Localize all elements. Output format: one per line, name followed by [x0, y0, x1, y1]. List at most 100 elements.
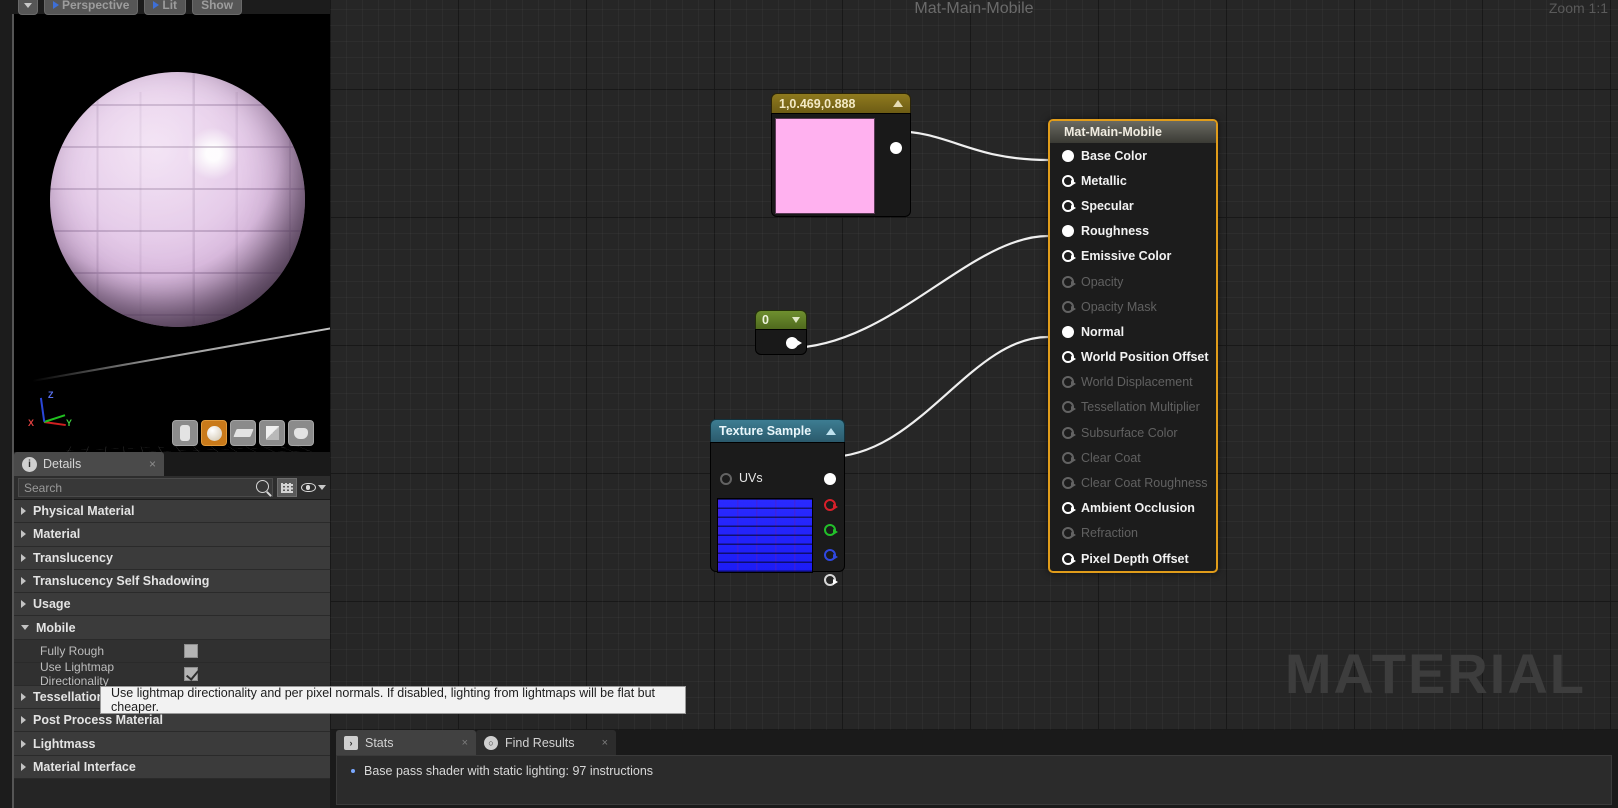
material-input-clear-coat[interactable]: Clear Coat	[1050, 445, 1216, 470]
material-input-refraction[interactable]: Refraction	[1050, 521, 1216, 546]
opacity-pin[interactable]	[1062, 275, 1076, 288]
node-header[interactable]: 0	[755, 310, 807, 329]
details-category-mobile[interactable]: Mobile	[14, 616, 330, 640]
teapot-preview-button[interactable]	[288, 420, 314, 446]
pixel-depth-offset-pin[interactable]	[1062, 552, 1076, 565]
material-graph-canvas[interactable]: Mat-Main-Mobile Zoom 1:1 MATERIAL 1,0.46…	[330, 0, 1618, 730]
normal-pin[interactable]	[1062, 325, 1074, 338]
search-input[interactable]	[18, 478, 273, 497]
material-input-clear-coat-roughness[interactable]: Clear Coat Roughness	[1050, 470, 1216, 495]
graph-node-constant3vector[interactable]: 1,0.469,0.888	[771, 93, 911, 217]
graph-node-constant[interactable]: 0	[755, 310, 807, 355]
material-input-metallic[interactable]: Metallic	[1050, 168, 1216, 193]
show-button[interactable]: Show	[192, 0, 243, 15]
tab-stats[interactable]: › Stats ×	[336, 730, 476, 755]
details-category-label: Material	[33, 527, 81, 542]
checkbox[interactable]	[184, 643, 198, 658]
output-pin[interactable]	[786, 337, 802, 349]
tab-details[interactable]: i Details ×	[14, 452, 164, 476]
node-header[interactable]: Texture Sample	[710, 419, 845, 442]
subsurface-color-pin[interactable]	[1062, 426, 1076, 439]
material-input-subsurface-color[interactable]: Subsurface Color	[1050, 420, 1216, 445]
node-header[interactable]: Mat-Main-Mobile	[1050, 121, 1216, 143]
tab-find-results[interactable]: ○ Find Results ×	[476, 730, 616, 755]
material-input-roughness[interactable]: Roughness	[1050, 219, 1216, 244]
details-category-translucency-self-shadowing[interactable]: Translucency Self Shadowing	[14, 569, 330, 594]
uvs-input-pin[interactable]	[720, 473, 732, 485]
node-body	[771, 113, 911, 217]
perspective-button[interactable]: Perspective	[44, 0, 139, 15]
material-input-base-color[interactable]: Base Color	[1050, 143, 1216, 168]
material-input-world-position-offset[interactable]: World Position Offset	[1050, 345, 1216, 370]
details-category-translucency[interactable]: Translucency	[14, 546, 330, 570]
chevron-right-icon	[21, 530, 26, 539]
emissive-color-pin[interactable]	[1062, 250, 1076, 263]
node-header[interactable]: 1,0.469,0.888	[771, 93, 911, 113]
sphere-preview-button[interactable]	[201, 420, 227, 446]
lit-button[interactable]: Lit	[144, 0, 187, 15]
base-color-pin[interactable]	[1062, 149, 1074, 162]
specular-pin[interactable]	[1062, 199, 1076, 212]
details-category-material[interactable]: Material	[14, 523, 330, 547]
tessellation-multiplier-pin[interactable]	[1062, 401, 1076, 414]
cube-preview-button[interactable]	[259, 420, 285, 446]
material-input-emissive-color[interactable]: Emissive Color	[1050, 244, 1216, 269]
material-input-opacity-mask[interactable]: Opacity Mask	[1050, 294, 1216, 319]
details-category-usage[interactable]: Usage	[14, 593, 330, 617]
close-icon[interactable]: ×	[149, 457, 156, 471]
chevron-up-icon[interactable]	[826, 427, 836, 435]
material-input-ambient-occlusion[interactable]: Ambient Occlusion	[1050, 496, 1216, 521]
graph-node-texture-sample[interactable]: Texture Sample UVs	[710, 419, 845, 586]
material-input-tessellation-multiplier[interactable]: Tessellation Multiplier	[1050, 395, 1216, 420]
r-output-pin[interactable]	[824, 499, 838, 511]
details-property-label: Fully Rough	[40, 643, 105, 658]
chevron-up-icon[interactable]	[893, 100, 903, 107]
ambient-occlusion-pin[interactable]	[1062, 502, 1076, 515]
details-category-physical-material[interactable]: Physical Material	[14, 500, 330, 524]
preview-mesh-sphere[interactable]	[50, 72, 305, 327]
chevron-down-icon[interactable]	[792, 317, 800, 323]
view-dropdown[interactable]	[18, 0, 38, 15]
a-output-pin[interactable]	[824, 574, 838, 586]
opacity-mask-pin[interactable]	[1062, 300, 1076, 313]
details-category-material-interface[interactable]: Material Interface	[14, 755, 330, 779]
material-input-normal[interactable]: Normal	[1050, 319, 1216, 344]
close-icon[interactable]: ×	[462, 737, 468, 749]
details-property-list[interactable]: Physical Material Material Translucency Tra…	[14, 500, 330, 807]
g-output-pin[interactable]	[824, 524, 838, 536]
rgb-output-pin[interactable]	[824, 473, 836, 485]
opacity-label: Opacity	[1081, 274, 1124, 289]
output-pin[interactable]	[890, 142, 902, 154]
world-position-offset-label: World Position Offset	[1081, 350, 1209, 365]
wire-roughness	[787, 234, 1049, 350]
chevron-right-icon	[21, 600, 26, 609]
world-displacement-pin[interactable]	[1062, 376, 1076, 389]
material-input-opacity[interactable]: Opacity	[1050, 269, 1216, 294]
clear-coat-roughness-pin[interactable]	[1062, 477, 1076, 490]
details-property-use-lightmap-directionality[interactable]: Use Lightmap Directionality	[14, 660, 330, 688]
texture-thumbnail[interactable]	[717, 498, 813, 573]
material-input-world-displacement[interactable]: World Displacement	[1050, 370, 1216, 395]
roughness-pin[interactable]	[1062, 225, 1074, 238]
plane-preview-button[interactable]	[230, 420, 256, 446]
uvs-label: UVs	[739, 471, 763, 485]
material-input-specular[interactable]: Specular	[1050, 193, 1216, 218]
world-position-offset-pin[interactable]	[1062, 351, 1076, 364]
cylinder-preview-button[interactable]	[172, 420, 198, 446]
details-category-lightmass[interactable]: Lightmass	[14, 732, 330, 756]
grid-view-button[interactable]	[277, 478, 297, 497]
b-output-pin[interactable]	[824, 549, 838, 561]
axis-z-label: Z	[48, 390, 54, 400]
metallic-pin[interactable]	[1062, 174, 1076, 187]
graph-node-material-output[interactable]: Mat-Main-Mobile Base Color Metallic Specul…	[1048, 119, 1218, 574]
refraction-pin[interactable]	[1062, 527, 1076, 540]
material-preview-viewport[interactable]: X Y Z	[12, 14, 330, 452]
close-icon[interactable]: ×	[602, 737, 608, 749]
color-swatch[interactable]	[775, 118, 875, 214]
clear-coat-pin[interactable]	[1062, 451, 1076, 464]
visibility-button[interactable]	[301, 483, 326, 492]
checkbox[interactable]	[184, 666, 198, 681]
material-input-pixel-depth-offset[interactable]: Pixel Depth Offset	[1050, 546, 1216, 571]
tab-stats-label: Stats	[365, 735, 394, 750]
stats-output-area[interactable]: Base pass shader with static lighting: 9…	[336, 755, 1612, 805]
